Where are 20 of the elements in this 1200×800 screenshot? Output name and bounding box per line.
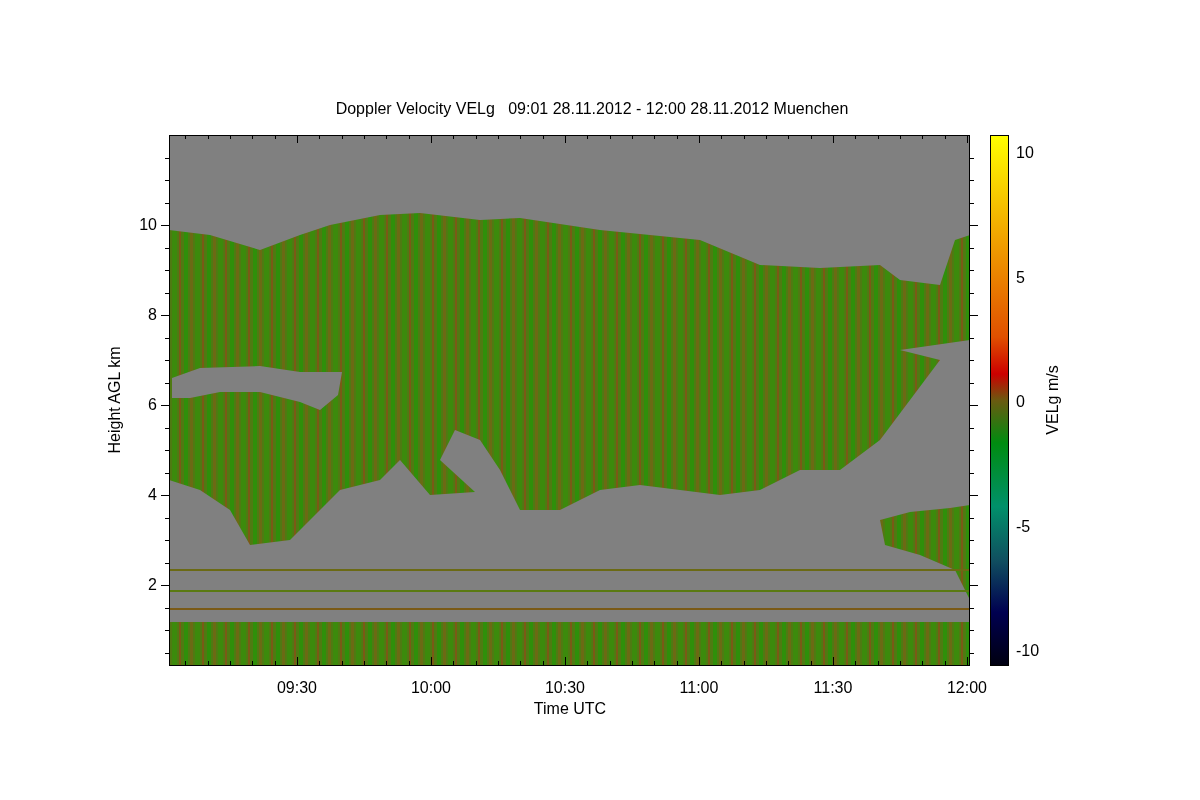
colorbar-label: VELg m/s (1044, 365, 1061, 435)
x-tick-label: 11:30 (813, 679, 853, 696)
x-tick-label: 11:00 (679, 679, 719, 696)
colorbar-tick-label: -5 (1016, 517, 1031, 535)
x-tick-label: 10:30 (545, 679, 585, 696)
x-tick-label: 10:00 (411, 679, 451, 696)
colorbar-tick-label: 5 (1016, 268, 1025, 286)
x-tick-label: 09:30 (277, 679, 317, 696)
y-tick-label: 10 (139, 216, 157, 233)
y-tick-label: 8 (148, 306, 157, 323)
y-tick-label: 2 (148, 576, 157, 593)
y-tick-label: 6 (148, 396, 157, 413)
y-tick-label: 4 (148, 486, 157, 503)
colorbar-tick-label: -10 (1016, 642, 1040, 659)
colorbar-tick-label: 10 (1016, 144, 1034, 161)
x-axis-label: Time UTC (533, 700, 607, 717)
chart-title: Doppler Velocity VELg 09:01 28.11.2012 - 12:00 28.11.2012 Muenchen (335, 100, 849, 117)
y-axis-label: Height AGL km (106, 346, 123, 454)
colorbar-tick-label: 0 (1016, 393, 1025, 410)
x-tick-label: 12:00 (947, 679, 987, 696)
